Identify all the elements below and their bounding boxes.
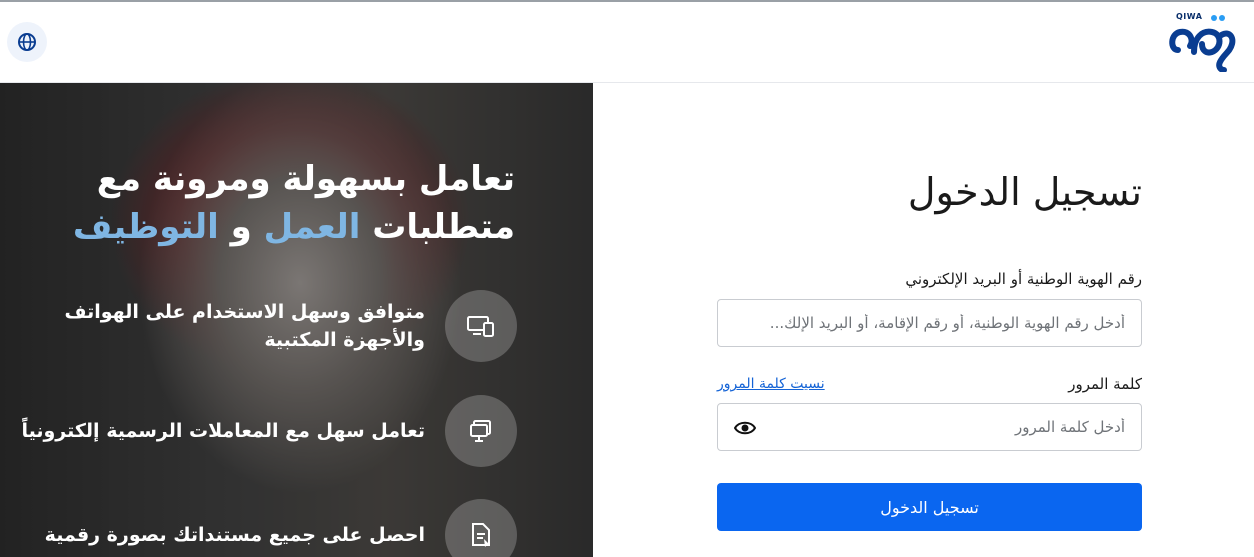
devices-icon: [445, 290, 517, 362]
highlight-employment: التوظيف: [72, 207, 219, 247]
highlight-work: العمل: [263, 207, 361, 247]
feature-item: احصل على جميع مستنداتك بصورة رقمية: [0, 499, 517, 557]
feature-text: احصل على جميع مستنداتك بصورة رقمية: [44, 524, 425, 546]
feature-text: متوافق وسهل الاستخدام على الهواتف والأجه…: [64, 301, 425, 351]
password-field[interactable]: [717, 403, 1142, 451]
monitor-icon: [445, 395, 517, 467]
id-input[interactable]: [718, 300, 1141, 346]
forgot-password-link[interactable]: نسيت كلمة المرور: [717, 376, 825, 392]
id-field[interactable]: [717, 299, 1142, 347]
id-label: رقم الهوية الوطنية أو البريد الإلكتروني: [905, 270, 1142, 288]
document-icon: [445, 499, 517, 557]
password-input[interactable]: [718, 404, 1141, 450]
logo-wordmark: QIWA: [1176, 12, 1203, 21]
login-button[interactable]: تسجيل الدخول: [717, 483, 1142, 531]
globe-icon: [18, 33, 36, 51]
language-button[interactable]: [7, 22, 47, 62]
hero-title-line2: متطلبات العمل و التوظيف: [72, 207, 515, 247]
feature-item: تعامل سهل مع المعاملات الرسمية إلكترونيا…: [0, 395, 517, 467]
feature-text: تعامل سهل مع المعاملات الرسمية إلكترونيا…: [21, 420, 425, 442]
hero-title: تعامل بسهولة ومرونة مع متطلبات العمل و ا…: [15, 155, 515, 251]
hero-title-line1: تعامل بسهولة ومرونة مع: [96, 159, 515, 199]
password-label: كلمة المرور: [1068, 375, 1142, 393]
hero-panel: تعامل بسهولة ومرونة مع متطلبات العمل و ا…: [0, 83, 593, 557]
login-title: تسجيل الدخول: [907, 170, 1142, 214]
top-header: QIWA: [0, 2, 1254, 83]
qiwa-logo[interactable]: QIWA: [1168, 10, 1238, 73]
feature-item: متوافق وسهل الاستخدام على الهواتف والأجه…: [0, 290, 517, 362]
show-password-icon[interactable]: [734, 418, 756, 438]
